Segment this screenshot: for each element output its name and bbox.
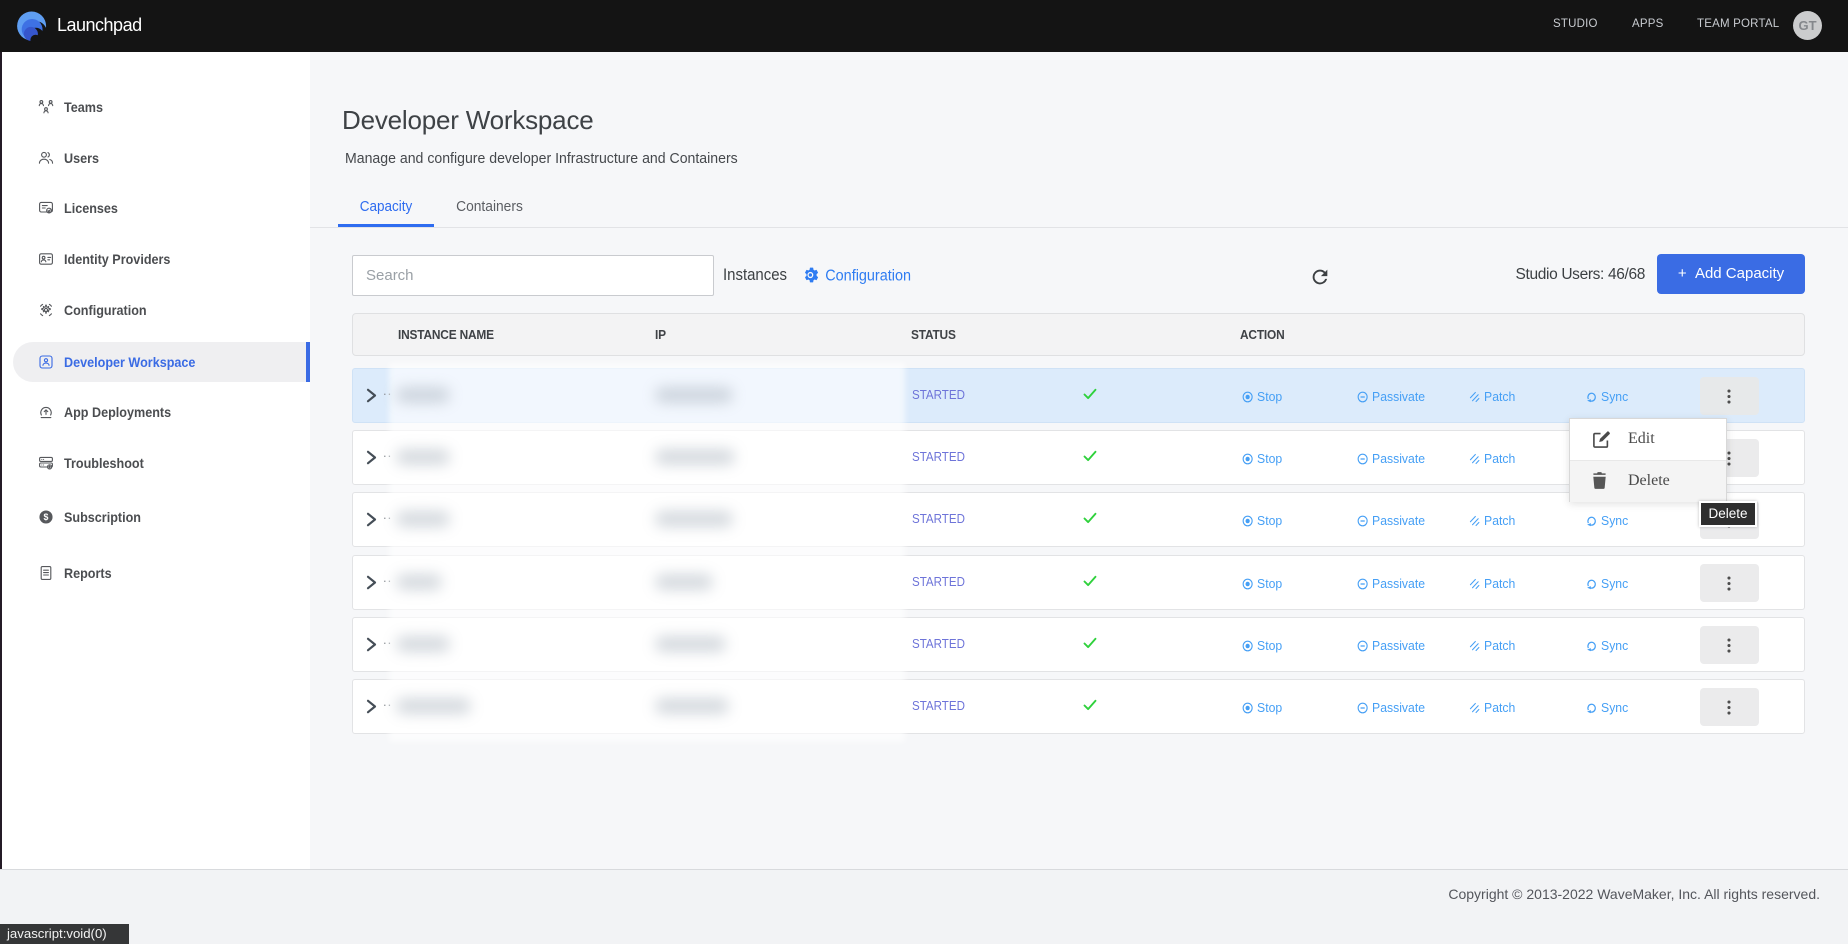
svg-text:$: $ (44, 512, 49, 522)
